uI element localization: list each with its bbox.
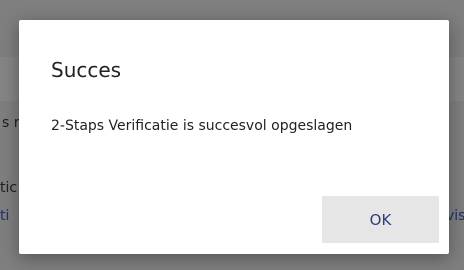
dialog-message: 2-Staps Verificatie is succesvol opgesla… bbox=[51, 118, 353, 134]
background-text-fragment: ti bbox=[0, 208, 10, 224]
background-text-fragment: s r bbox=[2, 115, 20, 131]
success-dialog: Succes 2-Staps Verificatie is succesvol … bbox=[19, 20, 449, 254]
background-text-fragment: tic bbox=[0, 180, 18, 196]
dialog-title: Succes bbox=[51, 58, 122, 82]
ok-button[interactable]: OK bbox=[322, 196, 439, 243]
